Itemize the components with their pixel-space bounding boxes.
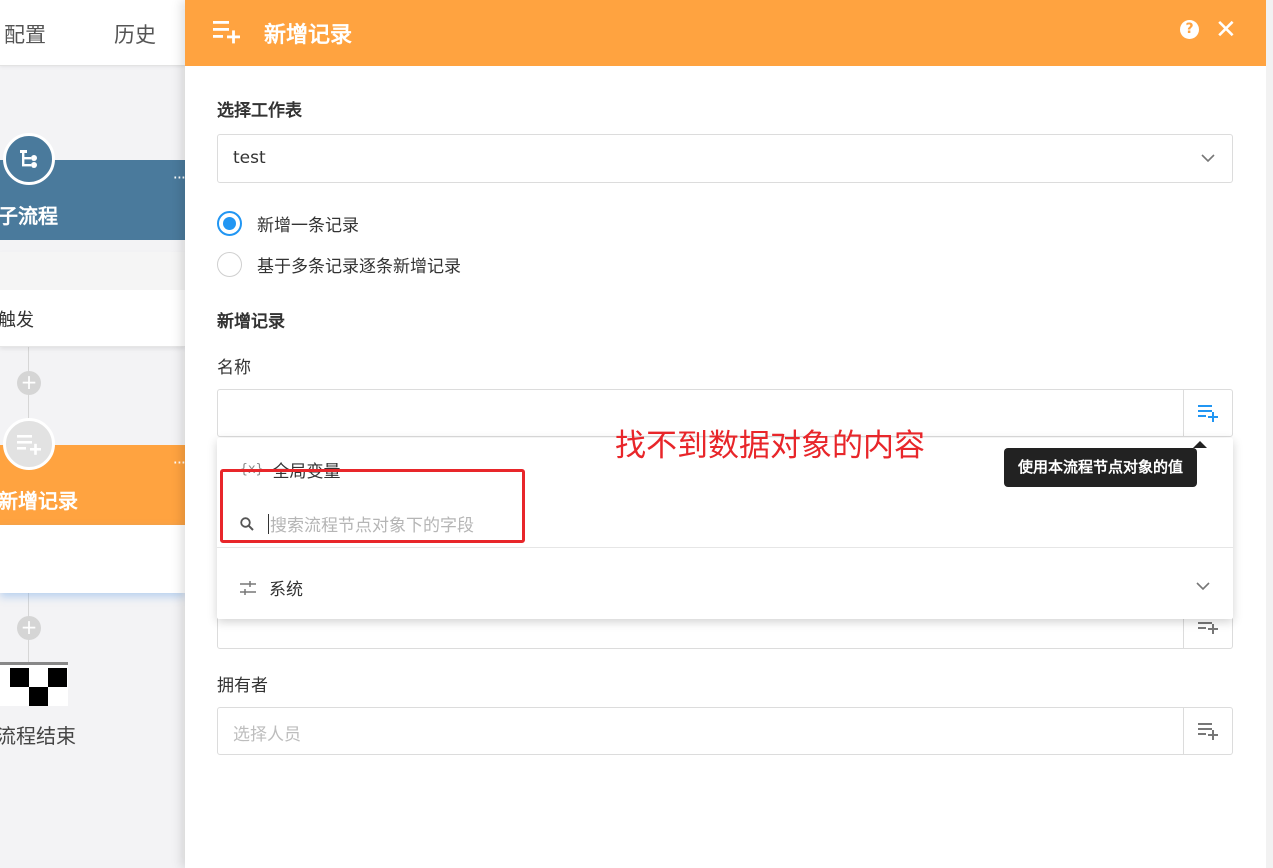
canvas-topbar: 配置 历史: [0, 0, 185, 66]
subprocess-node-title: 子流程: [0, 204, 58, 228]
subprocess-node-body[interactable]: 触发: [0, 252, 185, 347]
node-more-icon[interactable]: ···: [173, 453, 185, 472]
radio-add-multiple-label: 基于多条记录逐条新增记录: [257, 257, 461, 277]
field-picker-icon: [1198, 405, 1218, 422]
radio-add-one[interactable]: 新增一条记录: [217, 211, 359, 236]
section-title: 新增记录: [217, 312, 285, 332]
tooltip: 使用本流程节点对象的值: [1004, 441, 1208, 487]
add-node-plus-icon[interactable]: +: [17, 616, 41, 640]
radio-unchecked-icon[interactable]: [217, 252, 242, 277]
sheet-select-value: test: [233, 148, 266, 168]
name-field-label: 名称: [217, 358, 251, 378]
tab-config[interactable]: 配置: [4, 19, 46, 49]
tab-history[interactable]: 历史: [114, 19, 156, 49]
annotation-text: 找不到数据对象的内容: [615, 428, 925, 464]
close-icon[interactable]: ✕: [1215, 17, 1237, 43]
panel-scrollbar[interactable]: [1266, 0, 1273, 868]
add-record-node-title: 新增记录: [0, 489, 78, 513]
sheet-select[interactable]: test: [217, 134, 1233, 183]
node-body-strip: [0, 252, 185, 290]
radio-add-multiple[interactable]: 基于多条记录逐条新增记录: [217, 252, 461, 277]
system-group-label: 系统: [269, 580, 303, 600]
add-record-icon: [3, 418, 55, 470]
add-record-header-icon: [213, 21, 240, 44]
dropdown-divider: [217, 547, 1233, 548]
select-sheet-label: 选择工作表: [217, 101, 302, 121]
add-node-plus-icon[interactable]: +: [17, 371, 41, 395]
radio-add-one-label: 新增一条记录: [257, 216, 359, 236]
field-picker-icon: [1198, 723, 1218, 740]
chevron-down-icon[interactable]: [1195, 580, 1211, 592]
annotation-highlight-box: [220, 469, 525, 543]
sliders-icon: [240, 580, 256, 595]
node-more-icon[interactable]: ···: [173, 168, 185, 187]
owner-field[interactable]: 选择人员: [217, 707, 1233, 755]
panel-header: 新增记录 ? ✕: [185, 0, 1266, 66]
chevron-down-icon: [1201, 154, 1215, 163]
radio-checked-icon[interactable]: [217, 211, 242, 236]
owner-picker-button[interactable]: [1183, 708, 1232, 754]
panel-title: 新增记录: [264, 23, 353, 48]
system-group-item[interactable]: 系统: [239, 575, 303, 600]
end-flag-icon: [0, 662, 68, 706]
workflow-canvas: 配置 历史 子流程 ··· 触发 + 新增记录 ··· + 流程结束: [0, 0, 185, 868]
add-record-node-body[interactable]: [0, 525, 185, 593]
owner-field-label: 拥有者: [217, 676, 268, 696]
subprocess-icon: [3, 133, 55, 185]
use-node-value-button[interactable]: [1183, 390, 1232, 436]
add-record-panel: 新增记录 ? ✕ 选择工作表 test 新增一条记录 基于多条记录逐条新增记录 …: [185, 0, 1273, 868]
process-end-label: 流程结束: [0, 724, 76, 748]
help-icon[interactable]: ?: [1180, 20, 1199, 39]
owner-placeholder: 选择人员: [233, 725, 301, 745]
subprocess-trigger-text: 触发: [0, 310, 34, 331]
